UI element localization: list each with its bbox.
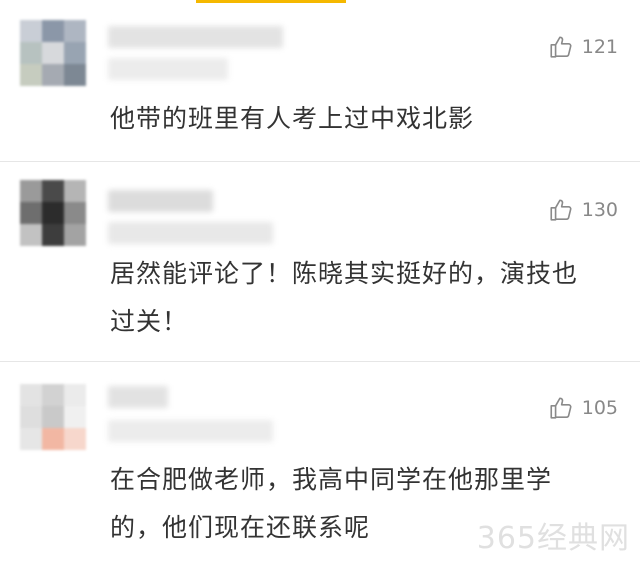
thumbs-up-icon [548, 395, 574, 421]
watermark: 365经典网 [476, 521, 630, 556]
meta-blurred [108, 58, 228, 80]
meta-blurred [108, 222, 273, 244]
avatar[interactable] [20, 20, 86, 86]
avatar[interactable] [20, 384, 86, 450]
like-count: 105 [581, 397, 618, 419]
comment-text: 居然能评论了！陈晓其实挺好的，演技也过关！ [110, 259, 579, 336]
meta-blurred [108, 420, 273, 442]
username-blurred [108, 190, 213, 212]
avatar[interactable] [20, 180, 86, 246]
like-count: 121 [581, 36, 618, 58]
thumbs-up-icon [548, 197, 574, 223]
thumbs-up-icon [548, 34, 574, 60]
comment-item: 130 居然能评论了！陈晓其实挺好的，演技也过关！ [0, 162, 640, 362]
like-button[interactable]: 130 [548, 197, 618, 223]
comment-text: 他带的班里有人考上过中戏北影 [110, 104, 475, 133]
like-button[interactable]: 121 [548, 34, 618, 60]
comment-item: 121 他带的班里有人考上过中戏北影 [0, 0, 640, 162]
username-blurred [108, 26, 283, 48]
like-count: 130 [581, 199, 618, 221]
username-blurred [108, 386, 168, 408]
like-button[interactable]: 105 [548, 395, 618, 421]
